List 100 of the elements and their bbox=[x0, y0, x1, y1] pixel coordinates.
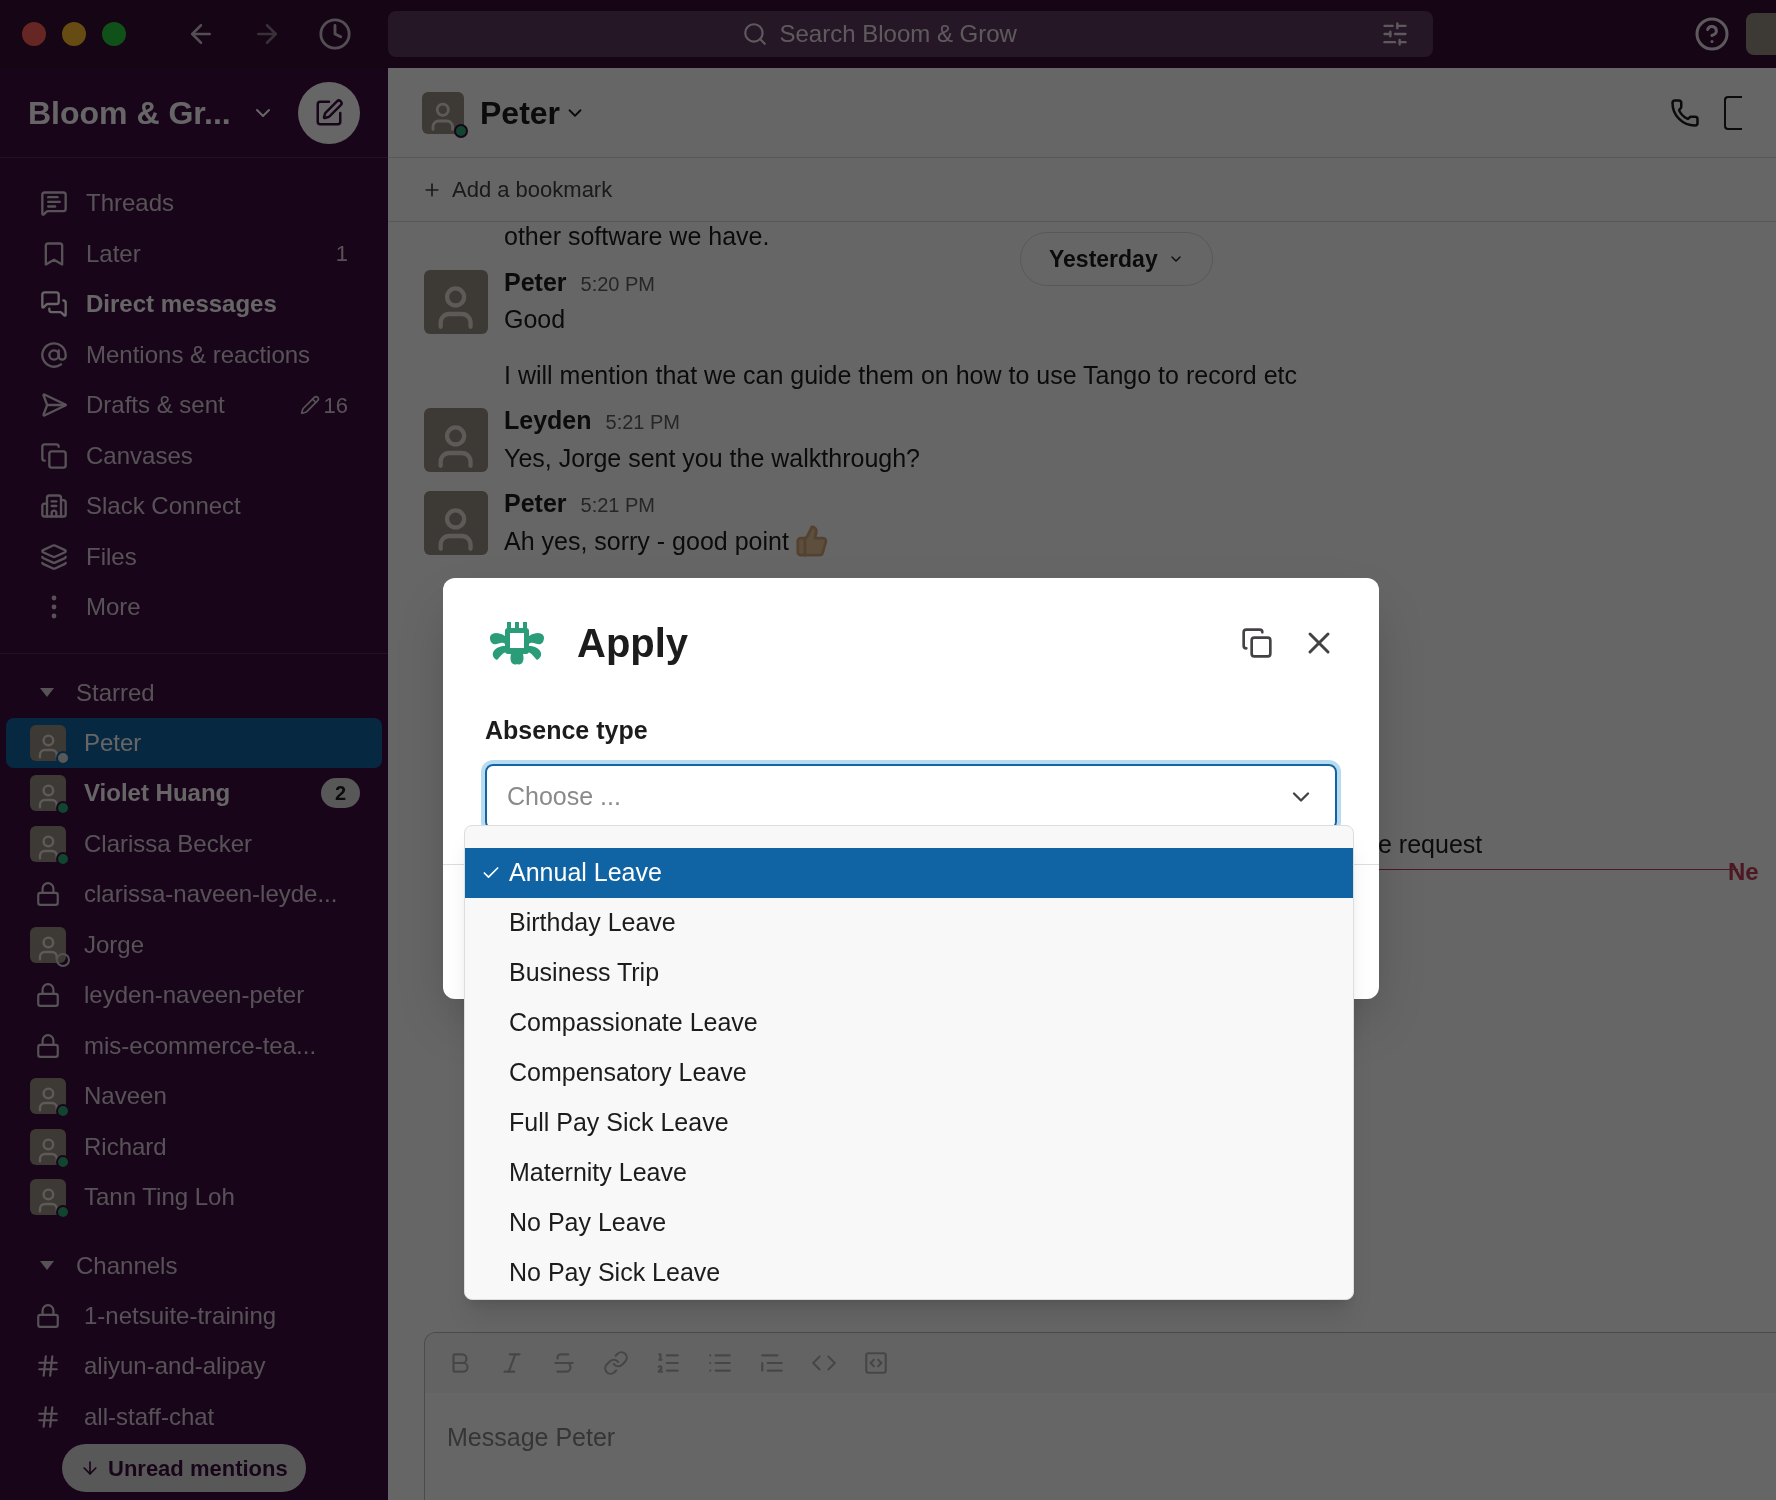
sidebar-nav-item[interactable]: Direct messages bbox=[6, 279, 382, 330]
sidebar-item[interactable]: Clarissa Becker bbox=[6, 818, 382, 869]
building-icon bbox=[40, 492, 68, 521]
sidebar-item[interactable]: Tann Ting Loh bbox=[6, 1172, 382, 1223]
ordered-list-icon[interactable] bbox=[655, 1350, 681, 1376]
help-icon[interactable] bbox=[1694, 16, 1730, 52]
new-messages-label: Ne bbox=[1728, 857, 1759, 887]
layers-icon bbox=[40, 542, 68, 571]
select-input[interactable]: Choose ... bbox=[507, 777, 1287, 816]
filter-icon[interactable] bbox=[1381, 20, 1409, 48]
search-field[interactable]: Search Bloom & Grow bbox=[388, 11, 1433, 57]
sidebar-item[interactable]: Naveen bbox=[6, 1071, 382, 1122]
dropdown-option[interactable]: No Pay Sick Leave bbox=[465, 1248, 1353, 1298]
unread-mentions-button[interactable]: Unread mentions bbox=[62, 1444, 306, 1492]
avatar bbox=[424, 269, 488, 334]
minimize-window-icon[interactable] bbox=[62, 22, 86, 46]
avatar bbox=[424, 408, 488, 472]
sidebar-item[interactable]: aliyun-and-alipay bbox=[6, 1341, 382, 1392]
message-text: e request bbox=[1378, 829, 1483, 860]
avatar bbox=[424, 491, 488, 555]
workspace-name[interactable]: Bloom & Gr... bbox=[28, 88, 231, 137]
close-window-icon[interactable] bbox=[22, 22, 46, 46]
add-bookmark-link[interactable]: Add a bookmark bbox=[452, 173, 613, 206]
avatar bbox=[30, 724, 66, 761]
lock-icon bbox=[35, 1302, 61, 1329]
caret-icon bbox=[40, 688, 54, 697]
sidebar-item[interactable]: all-staff-chat bbox=[6, 1391, 382, 1442]
caret-icon bbox=[40, 1261, 54, 1270]
avatar bbox=[422, 91, 464, 134]
sidebar-nav-item[interactable]: Later 1 bbox=[6, 228, 382, 279]
unread-count: 2 bbox=[320, 778, 360, 809]
copy-icon[interactable] bbox=[1241, 627, 1273, 659]
sidebar-nav-item[interactable]: More bbox=[6, 582, 382, 633]
sidebar-item[interactable]: clarissa-naveen-leyde... bbox=[6, 869, 382, 920]
field-label: Absence type bbox=[485, 715, 649, 746]
avatar bbox=[30, 1128, 66, 1165]
code-block-icon[interactable] bbox=[863, 1350, 889, 1376]
timestamp[interactable]: 5:20 PM bbox=[580, 268, 656, 299]
lock-icon bbox=[35, 881, 61, 908]
author-name[interactable]: Peter bbox=[504, 263, 567, 301]
pencil-icon bbox=[299, 395, 320, 416]
user-avatar[interactable] bbox=[1746, 13, 1776, 55]
section-header[interactable]: Starred bbox=[6, 667, 382, 718]
avatar bbox=[30, 1179, 66, 1216]
dropdown-option[interactable]: No Pay Leave bbox=[465, 1198, 1353, 1248]
dialog-title: Apply bbox=[577, 620, 689, 667]
chat-bubbles-icon bbox=[40, 290, 68, 319]
message-text: Ah yes, sorry - good point bbox=[504, 525, 789, 557]
hash-icon bbox=[35, 1403, 61, 1430]
sidebar-item[interactable]: Violet Huang 2 bbox=[6, 768, 382, 819]
date-pill[interactable]: Yesterday bbox=[1020, 232, 1213, 286]
dropdown-option[interactable]: Birthday Leave bbox=[465, 898, 1353, 948]
message-text: other software we have. bbox=[504, 221, 770, 252]
count: 16 bbox=[323, 391, 348, 420]
thumbs-up-icon bbox=[794, 524, 829, 559]
search-input[interactable]: Search Bloom & Grow bbox=[779, 16, 1080, 52]
dropdown-option[interactable]: Compassionate Leave bbox=[465, 998, 1353, 1048]
dropdown-option[interactable]: Full Pay Sick Leave bbox=[465, 1098, 1353, 1148]
sidebar-nav-item[interactable]: Mentions & reactions bbox=[6, 329, 382, 380]
sidebar-item[interactable]: Richard bbox=[6, 1121, 382, 1172]
send-icon bbox=[40, 391, 68, 420]
dropdown-option[interactable]: Maternity Leave bbox=[465, 1148, 1353, 1198]
author-name[interactable]: Leyden bbox=[504, 402, 592, 440]
threads-icon bbox=[40, 189, 68, 218]
sidebar-item[interactable]: leyden-naveen-peter bbox=[6, 970, 382, 1021]
at-sign-icon bbox=[40, 340, 68, 369]
phone-icon[interactable] bbox=[1670, 97, 1700, 128]
dropdown-option[interactable]: Compensatory Leave bbox=[465, 1048, 1353, 1098]
avatar bbox=[30, 1078, 66, 1115]
sidebar-nav-item[interactable]: Canvases bbox=[6, 430, 382, 481]
section-header[interactable]: Channels bbox=[6, 1240, 382, 1291]
author-name[interactable]: Peter bbox=[504, 485, 567, 523]
search-icon bbox=[741, 21, 768, 47]
message-text: Good bbox=[504, 304, 566, 335]
sidebar-nav-item[interactable]: Files bbox=[6, 531, 382, 582]
timestamp[interactable]: 5:21 PM bbox=[580, 490, 656, 520]
sidebar-nav-item[interactable]: Slack Connect bbox=[6, 481, 382, 532]
strikethrough-icon[interactable] bbox=[551, 1350, 577, 1376]
channel-title[interactable]: Peter bbox=[480, 88, 561, 137]
dropdown-option[interactable]: Business Trip bbox=[465, 948, 1353, 998]
history-icon[interactable] bbox=[318, 17, 352, 51]
avatar bbox=[30, 775, 66, 812]
message-text: I will mention that we can guide them on how to use Tango to record etc bbox=[504, 359, 1298, 391]
sidebar-item[interactable]: 1-netsuite-training bbox=[6, 1290, 382, 1341]
dropdown-option[interactable]: Annual Leave bbox=[465, 848, 1353, 898]
message-text: Yes, Jorge sent you the walkthrough? bbox=[504, 442, 920, 474]
sidebar-nav-item[interactable]: Drafts & sent 16 bbox=[6, 380, 382, 431]
maximize-window-icon[interactable] bbox=[102, 22, 126, 46]
sidebar-item[interactable]: Peter bbox=[6, 717, 382, 768]
compose-icon bbox=[314, 97, 344, 128]
more-icon bbox=[51, 595, 57, 620]
sidebar-item[interactable]: mis-ecommerce-tea... bbox=[6, 1020, 382, 1071]
sidebar-item[interactable]: Jorge bbox=[6, 919, 382, 970]
lock-icon bbox=[35, 982, 61, 1009]
lock-icon bbox=[35, 1032, 61, 1059]
timestamp[interactable]: 5:21 PM bbox=[605, 407, 680, 437]
link-icon[interactable] bbox=[603, 1350, 629, 1376]
sidebar-nav-item[interactable]: Threads bbox=[6, 178, 382, 229]
avatar bbox=[30, 825, 66, 862]
hash-icon bbox=[35, 1353, 61, 1380]
